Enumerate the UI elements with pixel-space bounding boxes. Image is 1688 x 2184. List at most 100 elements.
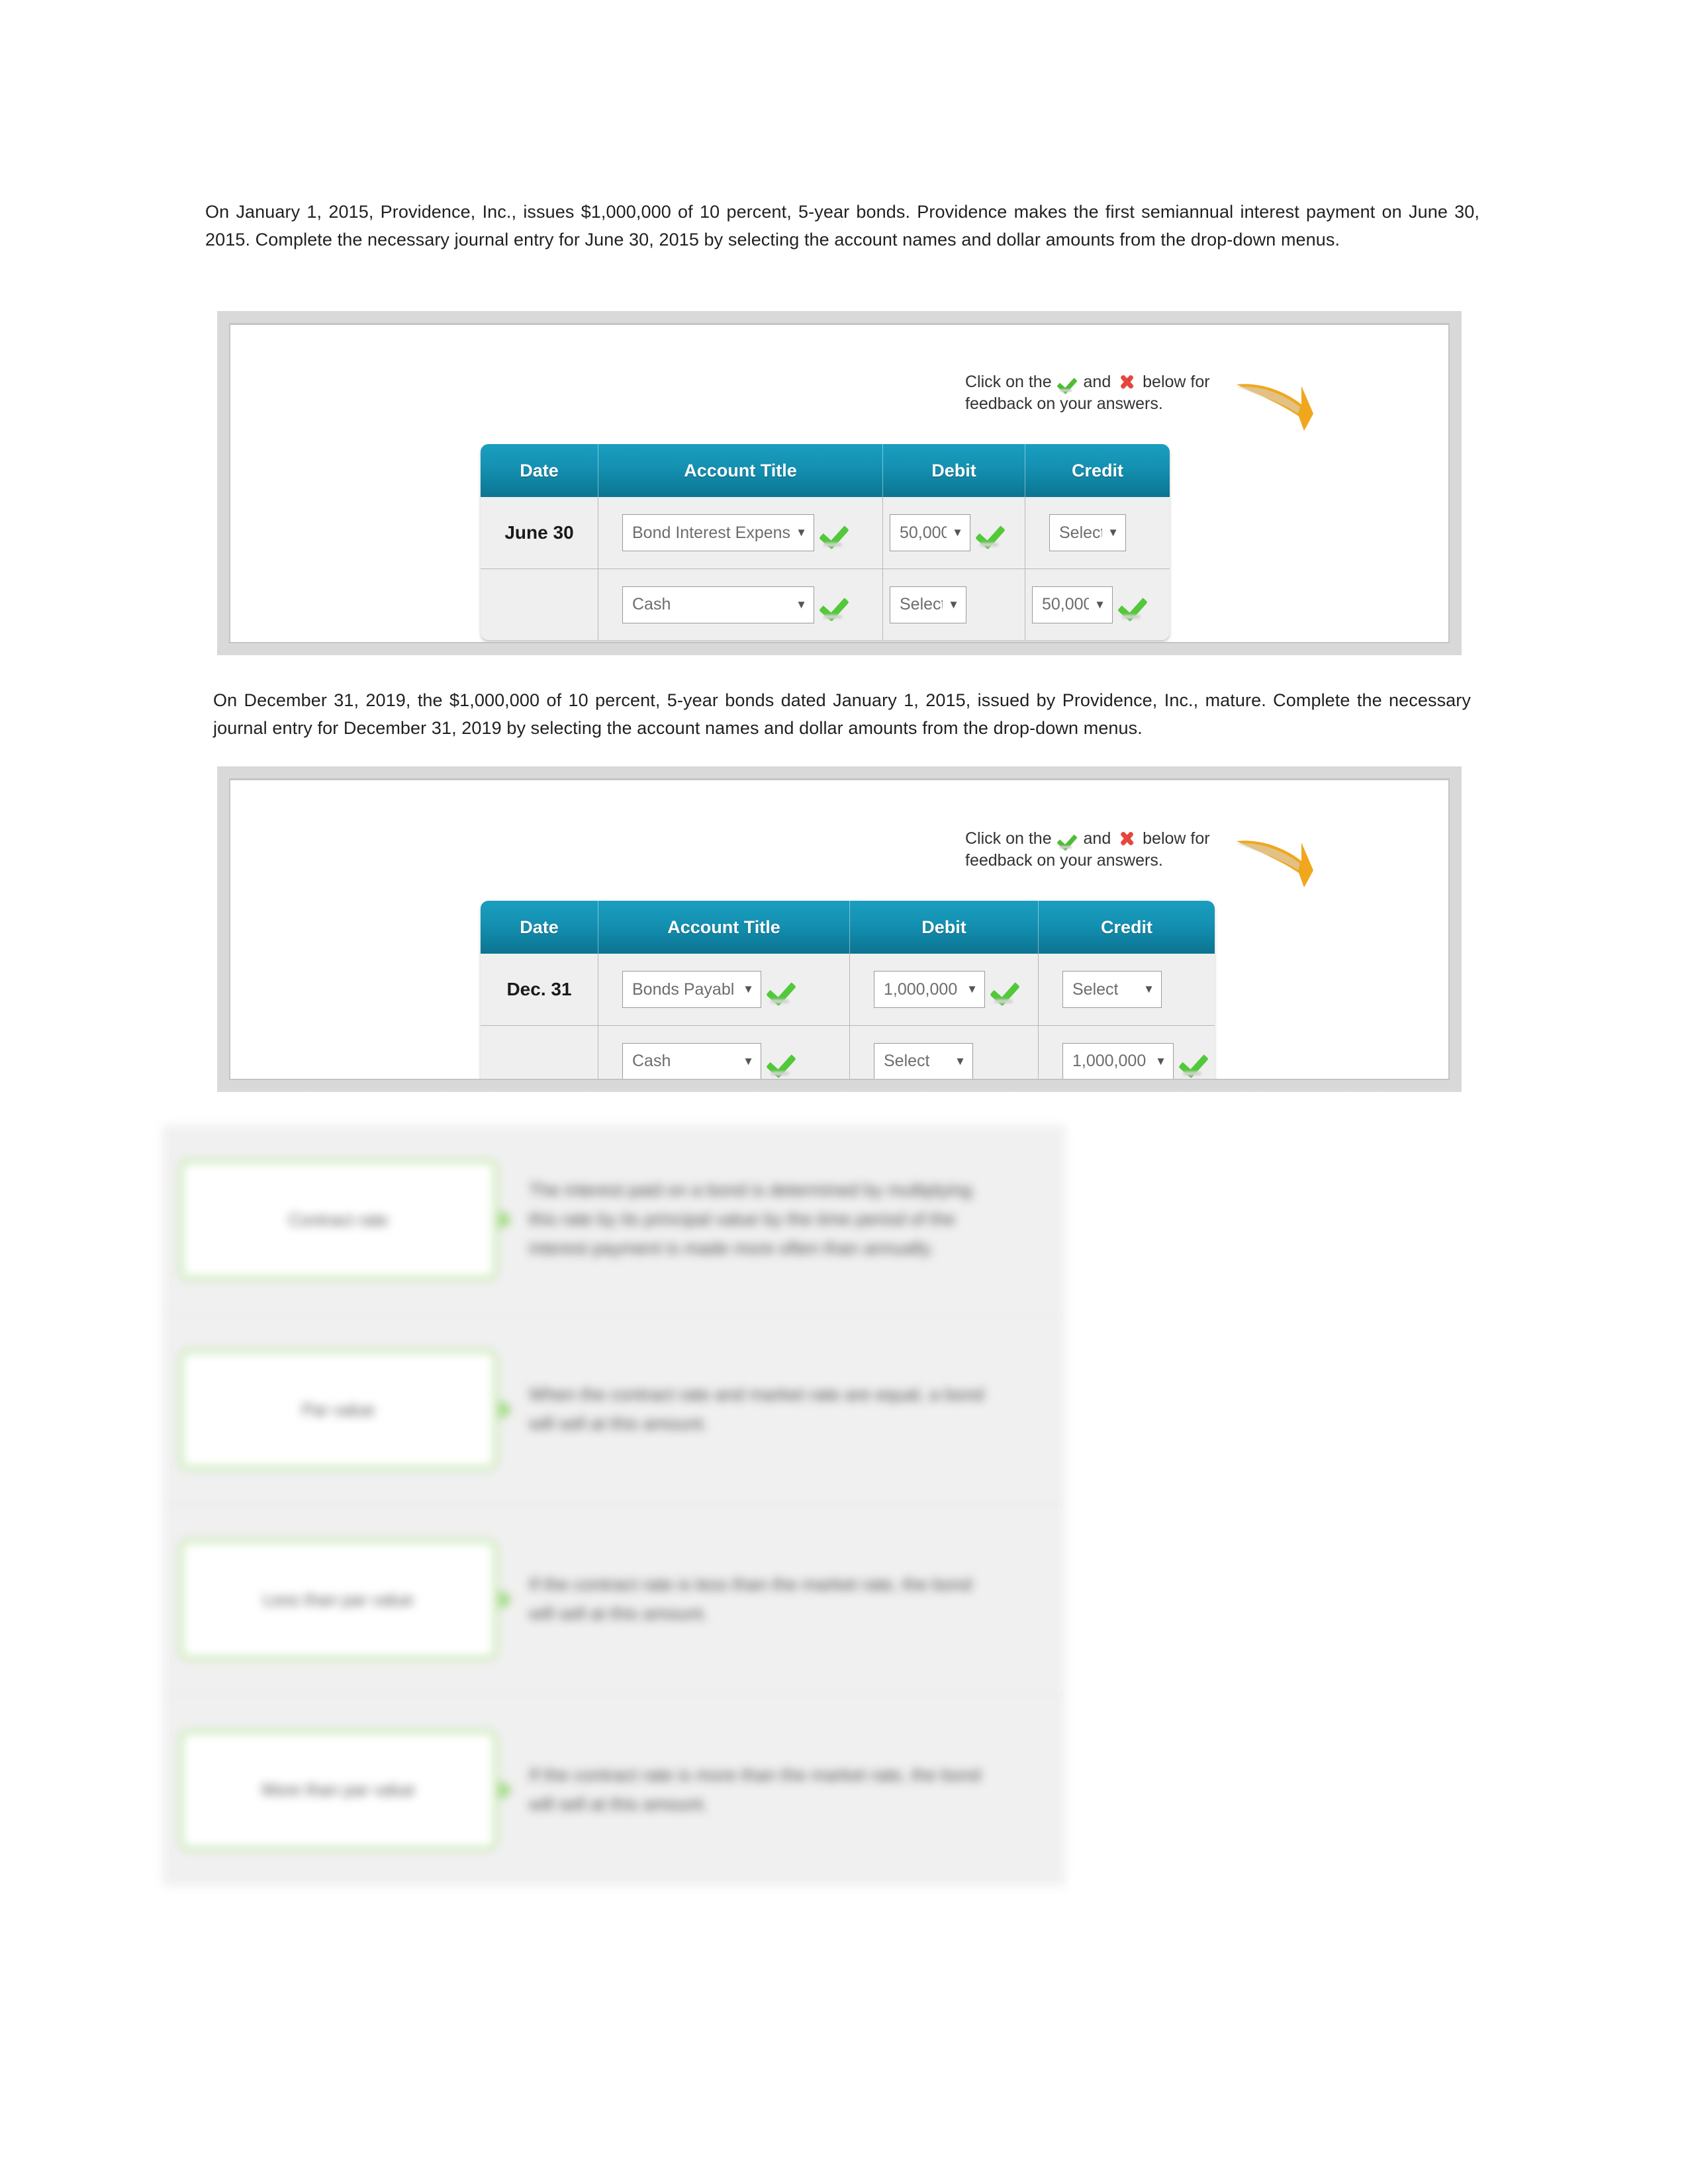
feedback-check-icon[interactable] (978, 520, 1005, 545)
hint-line1-b: and (1083, 373, 1111, 391)
table-header-row: Date Account Title Debit Credit (481, 444, 1170, 497)
cell-account: Cash ▼ (598, 1025, 850, 1079)
problem-statement-2: On December 31, 2019, the $1,000,000 of … (213, 690, 1471, 738)
feedback-hint-text: Click on the and below for feedback on y… (965, 371, 1230, 415)
chevron-down-icon: ▼ (1143, 983, 1154, 995)
feedback-hint-1: Click on the and below for feedback on y… (965, 371, 1315, 432)
column-header-credit: Credit (1025, 444, 1170, 497)
table-header-row: Date Account Title Debit Credit (481, 901, 1215, 954)
cell-date: June 30 (481, 497, 598, 569)
column-header-debit: Debit (850, 901, 1039, 954)
column-header-credit: Credit (1039, 901, 1215, 954)
hint-line1-c: below for (1143, 829, 1210, 848)
account-select-r1[interactable]: Bond Interest Expens ▼ (622, 514, 814, 551)
chevron-down-icon: ▼ (743, 1054, 754, 1068)
credit-select-r2[interactable]: 1,000,000 ▼ (1062, 1042, 1174, 1079)
match-row: Less than par value If the contract rate… (162, 1505, 1066, 1695)
chevron-down-icon: ▼ (1094, 598, 1105, 611)
debit-select-r1[interactable]: 1,000,000 ▼ (874, 971, 985, 1008)
debit-select-r2[interactable]: Select ▼ (874, 1042, 973, 1079)
match-term-label: Par value (302, 1399, 375, 1420)
chevron-down-icon: ▼ (1155, 1054, 1166, 1068)
credit-select-r1[interactable]: Select ▼ (1049, 514, 1126, 551)
feedback-check-icon[interactable] (1121, 592, 1147, 617)
problem-statement-1: On January 1, 2015, Providence, Inc., is… (205, 202, 1479, 250)
cell-date: Dec. 31 (481, 954, 598, 1025)
cell-debit: Select ▼ (883, 569, 1025, 640)
match-row: More than par value If the contract rate… (162, 1695, 1066, 1885)
yellow-swoosh-arrow-icon (1237, 841, 1313, 887)
account-select-r1[interactable]: Bonds Payabl ▼ (622, 971, 761, 1008)
account-select-r2[interactable]: Cash ▼ (622, 1042, 761, 1079)
feedback-hint-text: Click on the and below for feedback on y… (965, 828, 1230, 872)
match-term-card[interactable]: Less than par value (179, 1539, 497, 1660)
table-row: Cash ▼ Select ▼ (481, 569, 1170, 640)
column-header-debit: Debit (883, 444, 1025, 497)
feedback-check-icon[interactable] (993, 977, 1019, 1002)
table-row: June 30 Bond Interest Expens ▼ 50,000 ▼ … (481, 497, 1170, 569)
green-check-icon (1059, 374, 1076, 390)
chevron-down-icon: ▼ (948, 598, 959, 611)
column-header-account: Account Title (598, 444, 883, 497)
journal-widget-1-inner: Click on the and below for feedback on y… (229, 323, 1450, 643)
column-header-account: Account Title (598, 901, 850, 954)
cell-credit: 50,000 ▼ (1025, 569, 1170, 640)
chevron-down-icon: ▼ (796, 526, 807, 539)
debit-select-r2[interactable]: Select ▼ (890, 586, 966, 623)
feedback-check-icon[interactable] (769, 977, 796, 1002)
account-select-r2[interactable]: Cash ▼ (622, 586, 814, 623)
table-row: Cash ▼ Select ▼ (481, 1025, 1215, 1079)
table-row: Dec. 31 Bonds Payabl ▼ 1,000,000 ▼ Selec… (481, 954, 1215, 1025)
chevron-down-icon: ▼ (743, 983, 754, 995)
hint-line1-c: below for (1143, 373, 1210, 391)
match-arrow-icon (500, 1589, 512, 1610)
red-cross-icon (1118, 374, 1135, 390)
cell-credit: Select ▼ (1025, 497, 1170, 569)
match-term-card[interactable]: More than par value (179, 1729, 497, 1850)
chevron-down-icon: ▼ (966, 983, 978, 995)
chevron-down-icon: ▼ (1107, 526, 1119, 539)
match-arrow-icon (500, 1209, 512, 1230)
feedback-check-icon[interactable] (822, 592, 849, 617)
feedback-check-icon[interactable] (1182, 1049, 1208, 1074)
match-term-label: Contract rate (288, 1209, 389, 1230)
journal-widget-2-inner: Click on the and below for feedback on y… (229, 778, 1450, 1080)
content-fade-mask (0, 1089, 1688, 1129)
hint-line1-a: Click on the (965, 829, 1052, 848)
cell-credit: 1,000,000 ▼ (1039, 1025, 1215, 1079)
cell-debit: 50,000 ▼ (883, 497, 1025, 569)
hint-line1-a: Click on the (965, 373, 1052, 391)
journal-widget-2: Click on the and below for feedback on y… (217, 766, 1462, 1092)
matching-exercise-panel: Contract rate The interest paid on a bon… (162, 1125, 1066, 1886)
cell-date (481, 1025, 598, 1079)
red-cross-icon (1118, 831, 1135, 846)
cell-date (481, 569, 598, 640)
cell-account: Bonds Payabl ▼ (598, 954, 850, 1025)
credit-select-r2[interactable]: 50,000 ▼ (1032, 586, 1113, 623)
hint-line2: feedback on your answers. (965, 394, 1163, 413)
match-term-card[interactable]: Par value (179, 1349, 497, 1470)
cell-account: Bond Interest Expens ▼ (598, 497, 883, 569)
match-term-card[interactable]: Contract rate (179, 1160, 497, 1280)
chevron-down-icon: ▼ (952, 526, 963, 539)
match-term-label: More than par value (261, 1780, 415, 1799)
chevron-down-icon: ▼ (796, 598, 807, 611)
match-definition: When the contract rate and market rate a… (529, 1385, 984, 1433)
cell-debit: 1,000,000 ▼ (850, 954, 1039, 1025)
cell-credit: Select ▼ (1039, 954, 1215, 1025)
chevron-down-icon: ▼ (955, 1054, 966, 1068)
match-term-label: Less than par value (263, 1589, 414, 1610)
cell-account: Cash ▼ (598, 569, 883, 640)
match-arrow-icon (500, 1399, 512, 1420)
match-row: Par value When the contract rate and mar… (162, 1315, 1066, 1505)
debit-select-r1[interactable]: 50,000 ▼ (890, 514, 970, 551)
match-definition: If the contract rate is more than the ma… (529, 1764, 981, 1814)
match-row: Contract rate The interest paid on a bon… (162, 1125, 1066, 1315)
feedback-check-icon[interactable] (822, 520, 849, 545)
hint-line2: feedback on your answers. (965, 851, 1163, 870)
credit-select-r1[interactable]: Select ▼ (1062, 971, 1162, 1008)
feedback-check-icon[interactable] (769, 1049, 796, 1074)
column-header-date: Date (481, 901, 598, 954)
hint-line1-b: and (1083, 829, 1111, 848)
journal-entry-table-2: Date Account Title Debit Credit Dec. 31 … (481, 901, 1215, 1079)
